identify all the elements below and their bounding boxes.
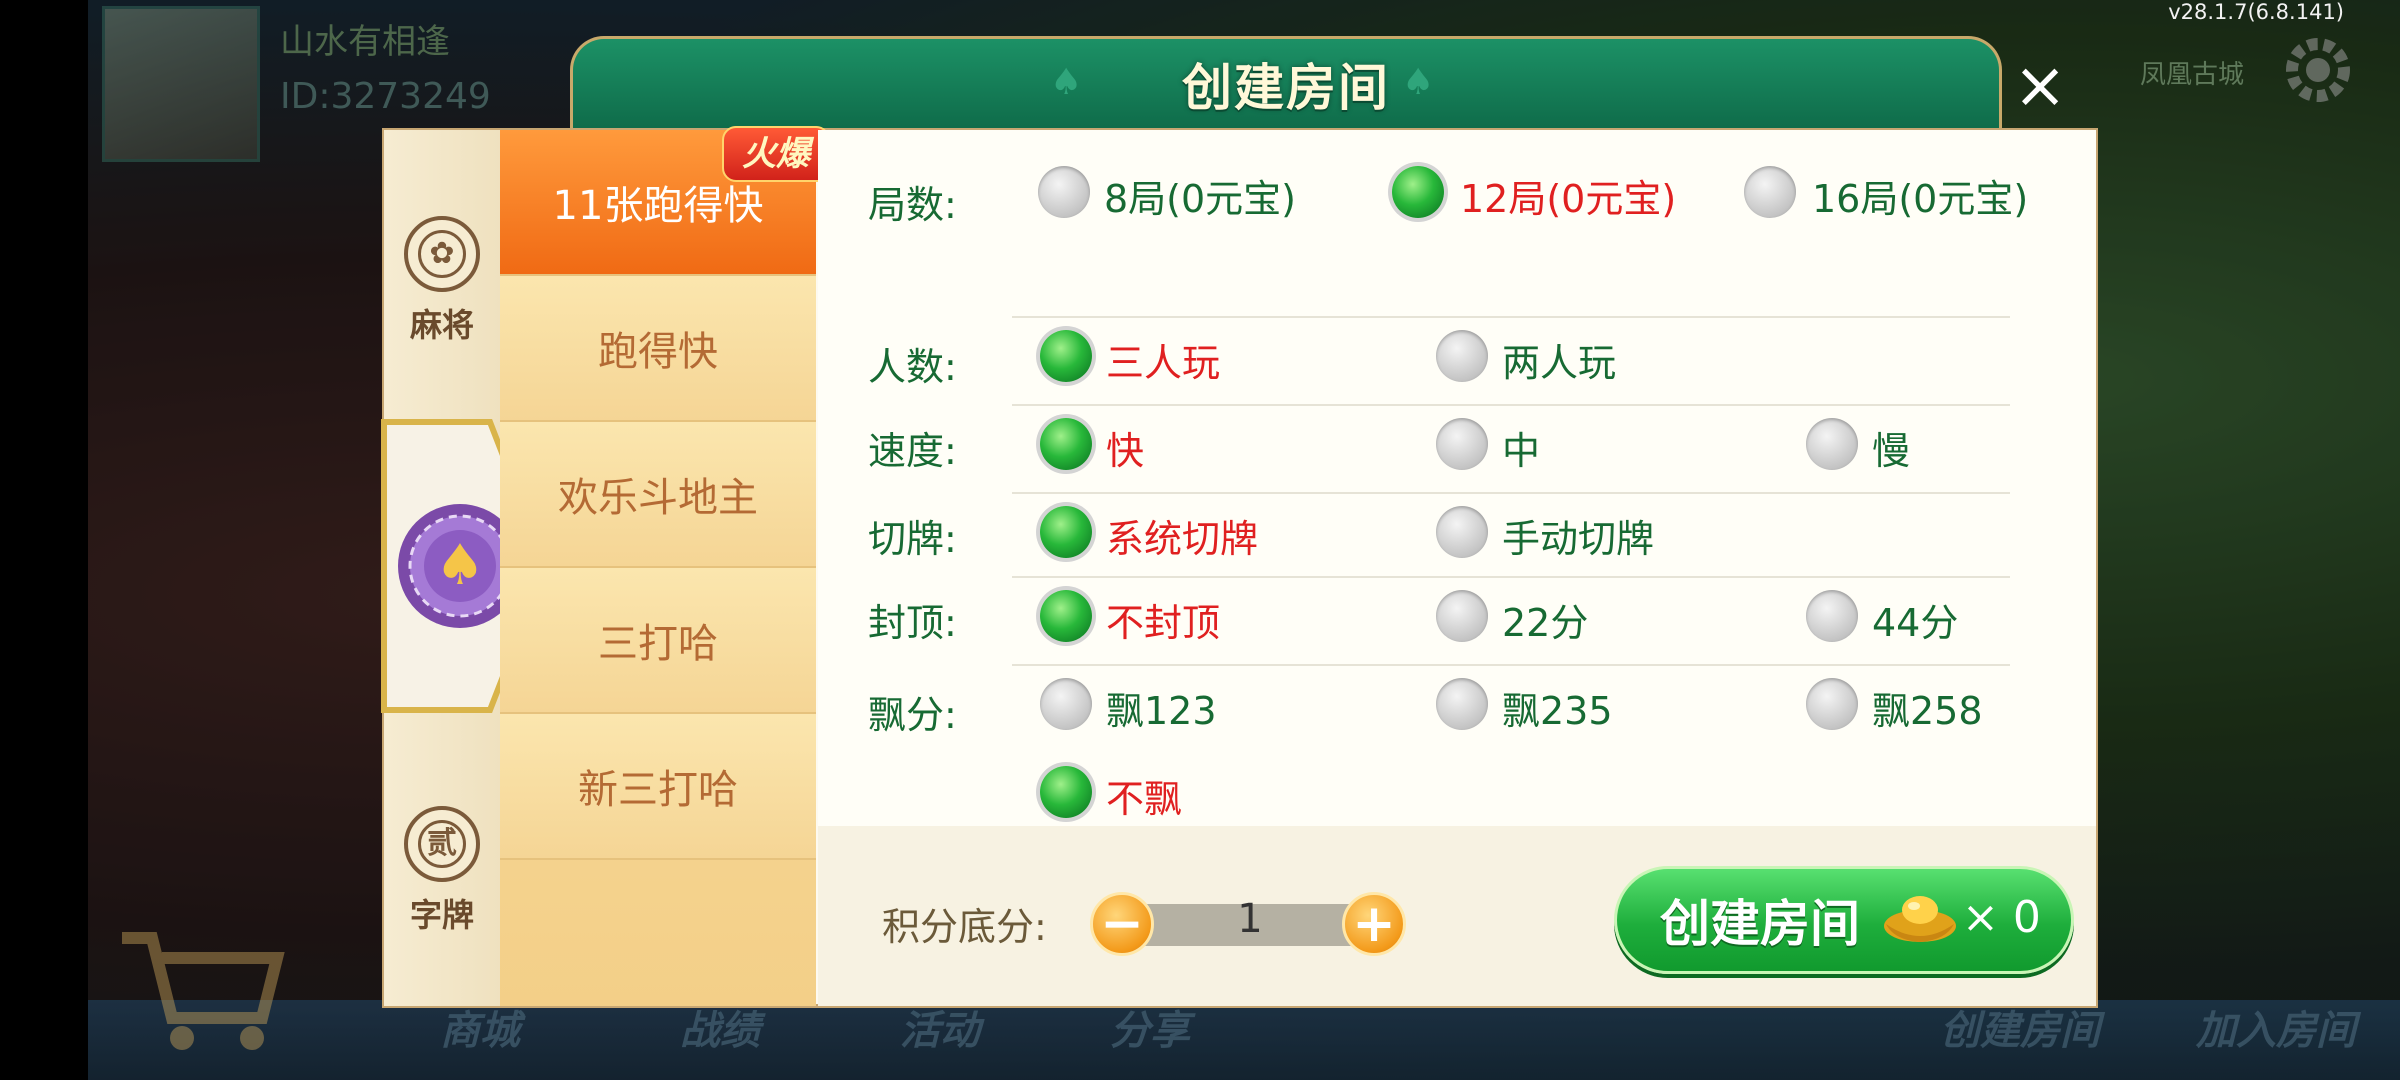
score-increment-button[interactable]: + bbox=[1342, 892, 1406, 956]
cap-option-44[interactable]: 44分 bbox=[1872, 592, 1958, 647]
players-option-three[interactable]: 三人玩 bbox=[1106, 332, 1220, 387]
divider bbox=[1012, 316, 2010, 318]
cut-option-system[interactable]: 系统切牌 bbox=[1106, 508, 1258, 563]
players-option-two[interactable]: 两人玩 bbox=[1502, 332, 1616, 387]
speed-radio-medium[interactable] bbox=[1436, 418, 1488, 470]
float-option-235[interactable]: 飘235 bbox=[1502, 680, 1613, 735]
game-item-sandaha[interactable]: 三打哈 bbox=[500, 568, 816, 714]
float-option-258[interactable]: 飘258 bbox=[1872, 680, 1983, 735]
cap-radio-44[interactable] bbox=[1806, 590, 1858, 642]
game-item-new-sandaha[interactable]: 新三打哈 bbox=[500, 714, 816, 860]
gold-ingot-icon bbox=[1884, 896, 1956, 942]
divider bbox=[1012, 576, 2010, 578]
bottom-nav-join-room: 加入房间 bbox=[2196, 1008, 2356, 1054]
shop-cart-icon bbox=[122, 932, 285, 1050]
cap-option-none[interactable]: 不封顶 bbox=[1106, 592, 1220, 647]
category-label: 麻将 bbox=[409, 306, 474, 344]
rounds-radio-16[interactable] bbox=[1744, 166, 1796, 218]
float-option-123[interactable]: 飘123 bbox=[1106, 680, 1217, 735]
cap-label: 封顶: bbox=[868, 601, 957, 645]
minus-icon: − bbox=[1100, 894, 1144, 954]
gear-icon bbox=[2286, 38, 2350, 102]
float-radio-123[interactable] bbox=[1040, 678, 1092, 730]
category-mahjong[interactable]: ✿ 麻将 bbox=[384, 216, 500, 346]
float-label: 飘分: bbox=[868, 693, 957, 737]
cut-label: 切牌: bbox=[868, 517, 957, 561]
mahjong-flower-icon: ✿ bbox=[404, 216, 480, 292]
avatar bbox=[102, 6, 260, 162]
plus-icon: + bbox=[1352, 894, 1396, 954]
speed-label: 速度: bbox=[868, 429, 957, 473]
cut-radio-manual[interactable] bbox=[1436, 506, 1488, 558]
close-button[interactable]: × bbox=[2006, 54, 2074, 122]
float-radio-258[interactable] bbox=[1806, 678, 1858, 730]
rounds-option-8[interactable]: 8局(0元宝) bbox=[1104, 168, 1296, 223]
rounds-label: 局数: bbox=[868, 183, 957, 227]
divider bbox=[1012, 404, 2010, 406]
float-radio-235[interactable] bbox=[1436, 678, 1488, 730]
float-radio-none[interactable] bbox=[1040, 766, 1092, 818]
cap-radio-22[interactable] bbox=[1436, 590, 1488, 642]
score-base-label: 积分底分: bbox=[882, 905, 1047, 949]
score-stepper-value: 1 bbox=[1237, 896, 1263, 942]
category-zipai[interactable]: 贰 字牌 bbox=[384, 806, 500, 936]
cut-option-manual[interactable]: 手动切牌 bbox=[1502, 508, 1654, 563]
speed-option-slow[interactable]: 慢 bbox=[1872, 420, 1910, 475]
speed-radio-fast[interactable] bbox=[1040, 418, 1092, 470]
dialog-title: 创建房间 bbox=[1182, 59, 1390, 117]
score-decrement-button[interactable]: − bbox=[1090, 892, 1154, 956]
hot-badge: 火爆 bbox=[722, 126, 830, 182]
game-item-pdk[interactable]: 跑得快 bbox=[500, 276, 816, 422]
speed-option-medium[interactable]: 中 bbox=[1502, 420, 1540, 475]
profile-id: ID:3273249 bbox=[280, 76, 491, 117]
speed-option-fast[interactable]: 快 bbox=[1106, 420, 1144, 475]
close-icon: × bbox=[2013, 49, 2067, 123]
cap-option-22[interactable]: 22分 bbox=[1502, 592, 1588, 647]
players-label: 人数: bbox=[868, 345, 957, 389]
cap-radio-none[interactable] bbox=[1040, 590, 1092, 642]
speed-radio-slow[interactable] bbox=[1806, 418, 1858, 470]
category-label: 字牌 bbox=[409, 896, 474, 934]
city-label: 凤凰古城 bbox=[2140, 60, 2245, 90]
float-option-none[interactable]: 不飘 bbox=[1106, 768, 1182, 823]
rounds-radio-8[interactable] bbox=[1038, 166, 1090, 218]
divider bbox=[1012, 492, 2010, 494]
create-room-cost: × 0 bbox=[1962, 892, 2041, 943]
players-radio-two[interactable] bbox=[1436, 330, 1488, 382]
game-item-doudizhu[interactable]: 欢乐斗地主 bbox=[500, 422, 816, 568]
create-room-label[interactable]: 创建房间 bbox=[1660, 884, 1860, 956]
rounds-radio-12[interactable] bbox=[1392, 166, 1444, 218]
rounds-option-12[interactable]: 12局(0元宝) bbox=[1460, 168, 1676, 223]
divider bbox=[1012, 664, 2010, 666]
rounds-option-16[interactable]: 16局(0元宝) bbox=[1812, 168, 2028, 223]
version-label: v28.1.7(6.8.141) bbox=[2168, 0, 2344, 24]
profile-name: 山水有相逢 bbox=[280, 22, 450, 62]
zipai-tile-icon: 贰 bbox=[404, 806, 480, 882]
players-radio-three[interactable] bbox=[1040, 330, 1092, 382]
poker-spade-icon: ♠ bbox=[435, 533, 485, 598]
cut-radio-system[interactable] bbox=[1040, 506, 1092, 558]
